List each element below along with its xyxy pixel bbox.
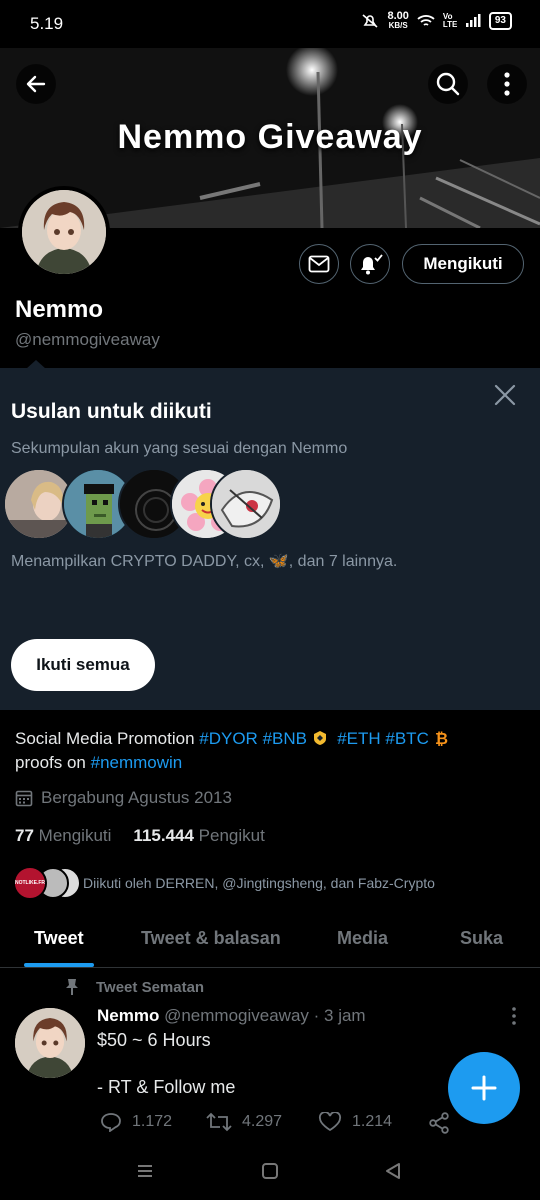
tab-tweet[interactable]: Tweet xyxy=(34,928,84,949)
profile-name: Nemmo xyxy=(15,296,104,323)
followed-by-avatars: NOTLIKE.FR xyxy=(13,866,81,900)
join-date-text: Bergabung Agustus 2013 xyxy=(41,788,232,807)
profile-tabs: Tweet Tweet & balasan Media Suka xyxy=(0,912,540,968)
hashtag-link[interactable]: #BTC xyxy=(385,729,428,748)
status-icons: 8.00 KB/S Vo LTE 93 xyxy=(361,10,512,31)
followers-count[interactable]: 115.444 Pengikut xyxy=(133,826,264,846)
banner-title: Nemmo Giveaway xyxy=(117,118,423,156)
bnb-coin-icon xyxy=(313,731,326,745)
tweet-text-line: - RT & Follow me xyxy=(97,1077,236,1097)
hashtag-link[interactable]: #DYOR xyxy=(199,729,258,748)
share-icon xyxy=(429,1112,449,1134)
status-time: 5.19 xyxy=(30,14,64,33)
follow-counts: 77 Mengikuti 115.444 Pengikut xyxy=(15,826,265,846)
close-icon xyxy=(494,384,516,406)
suggestion-description: Menampilkan CRYPTO DADDY, cx, 🦋, dan 7 l… xyxy=(11,553,398,570)
home-nav-icon[interactable] xyxy=(261,1162,279,1180)
net-speed: 8.00 KB/S xyxy=(387,10,409,31)
bitcoin-icon: ₿ xyxy=(435,729,448,748)
bio-text: proofs on xyxy=(15,753,91,772)
profile-avatar[interactable] xyxy=(18,186,110,278)
hashtag-link[interactable]: #ETH xyxy=(337,729,380,748)
profile-bio: Social Media Promotion #DYOR #BNB #ETH #… xyxy=(15,727,525,775)
followed-by-avatar-badge: NOTLIKE.FR xyxy=(15,880,45,886)
pinned-label-text: Tweet Sematan xyxy=(96,978,205,996)
reply-count: 1.172 xyxy=(132,1113,173,1130)
reply-action[interactable]: 1.172 xyxy=(100,1112,172,1132)
system-navigation-bar xyxy=(0,1148,540,1200)
tab-likes[interactable]: Suka xyxy=(460,928,503,949)
notifications-button[interactable] xyxy=(350,244,390,284)
pinned-label: Tweet Sematan xyxy=(64,978,204,996)
svg-text:₿: ₿ xyxy=(435,729,448,747)
following-count-label: Mengikuti xyxy=(38,826,112,845)
hashtag-link[interactable]: #nemmowin xyxy=(91,753,183,772)
profile-handle: @nemmogiveaway xyxy=(15,330,160,349)
search-button[interactable] xyxy=(428,64,468,104)
search-icon xyxy=(436,72,460,96)
heart-icon xyxy=(318,1112,342,1132)
tweet-more-button[interactable] xyxy=(506,1005,522,1027)
active-tab-indicator xyxy=(24,963,94,967)
share-action[interactable] xyxy=(428,1112,450,1134)
reply-icon xyxy=(101,1113,121,1132)
suggestion-subtitle: Sekumpulan akun yang sesuai dengan Nemmo xyxy=(11,440,348,457)
tab-media[interactable]: Media xyxy=(337,928,388,949)
follow-all-button[interactable]: Ikuti semua xyxy=(11,639,155,691)
bio-text: Social Media Promotion xyxy=(15,729,200,748)
bell-check-icon xyxy=(361,254,383,275)
tweet-meta: @nemmogiveaway · 3 jam xyxy=(164,1006,366,1025)
battery-icon: 93 xyxy=(488,12,512,30)
calendar-icon xyxy=(15,790,33,807)
following-count[interactable]: 77 Mengikuti xyxy=(15,826,111,846)
hashtag-link[interactable]: #BNB xyxy=(263,729,307,748)
tweet-text-line: $50 ~ 6 Hours xyxy=(97,1030,211,1050)
back-nav-icon[interactable] xyxy=(384,1162,402,1180)
more-vertical-icon xyxy=(512,1007,516,1025)
followers-count-value: 115.444 xyxy=(133,826,194,845)
following-count-value: 77 xyxy=(15,826,34,845)
retweet-action[interactable]: 4.297 xyxy=(206,1112,282,1132)
join-date: Bergabung Agustus 2013 xyxy=(15,788,232,808)
pin-icon xyxy=(66,979,78,995)
followers-count-label: Pengikut xyxy=(198,826,265,845)
mute-icon xyxy=(362,14,378,28)
suggestion-close-button[interactable] xyxy=(490,380,520,410)
tweet-avatar[interactable] xyxy=(15,1008,85,1078)
envelope-icon xyxy=(308,255,330,273)
avatar-illustration xyxy=(22,190,106,274)
more-options-button[interactable] xyxy=(487,64,527,104)
like-count: 1.214 xyxy=(352,1113,393,1130)
recent-apps-icon[interactable] xyxy=(136,1162,154,1180)
more-vertical-icon xyxy=(504,72,510,96)
back-button[interactable] xyxy=(16,64,56,104)
retweet-count: 4.297 xyxy=(242,1113,283,1130)
net-speed-value: 8.00 xyxy=(387,10,409,22)
followed-by-avatar: NOTLIKE.FR xyxy=(13,866,47,900)
tweet-author-name[interactable]: Nemmo xyxy=(97,1006,159,1025)
like-action[interactable]: 1.214 xyxy=(318,1112,392,1132)
followed-by-text: Diikuti oleh DERREN, @Jingtingsheng, dan… xyxy=(83,875,435,891)
back-arrow-icon xyxy=(26,75,46,93)
suggested-avatar[interactable] xyxy=(210,468,282,540)
status-bar: 5.19 8.00 KB/S Vo LTE 93 xyxy=(0,0,540,48)
tweet-header: Nemmo @nemmogiveaway · 3 jam xyxy=(97,1006,366,1026)
volte-label: Vo LTE xyxy=(442,12,458,29)
retweet-icon xyxy=(206,1112,232,1132)
wifi-icon xyxy=(417,15,435,26)
signal-icon xyxy=(465,14,481,27)
net-speed-unit: KB/S xyxy=(388,21,408,30)
tab-tweet-replies[interactable]: Tweet & balasan xyxy=(141,928,281,949)
tweet-avatar-illustration xyxy=(15,1008,85,1078)
plus-icon xyxy=(471,1075,497,1101)
followed-by[interactable]: NOTLIKE.FR Diikuti oleh DERREN, @Jingtin… xyxy=(13,866,435,900)
suggestion-title: Usulan untuk diikuti xyxy=(11,400,212,423)
message-button[interactable] xyxy=(299,244,339,284)
following-button[interactable]: Mengikuti xyxy=(402,244,524,284)
compose-tweet-button[interactable] xyxy=(448,1052,520,1124)
